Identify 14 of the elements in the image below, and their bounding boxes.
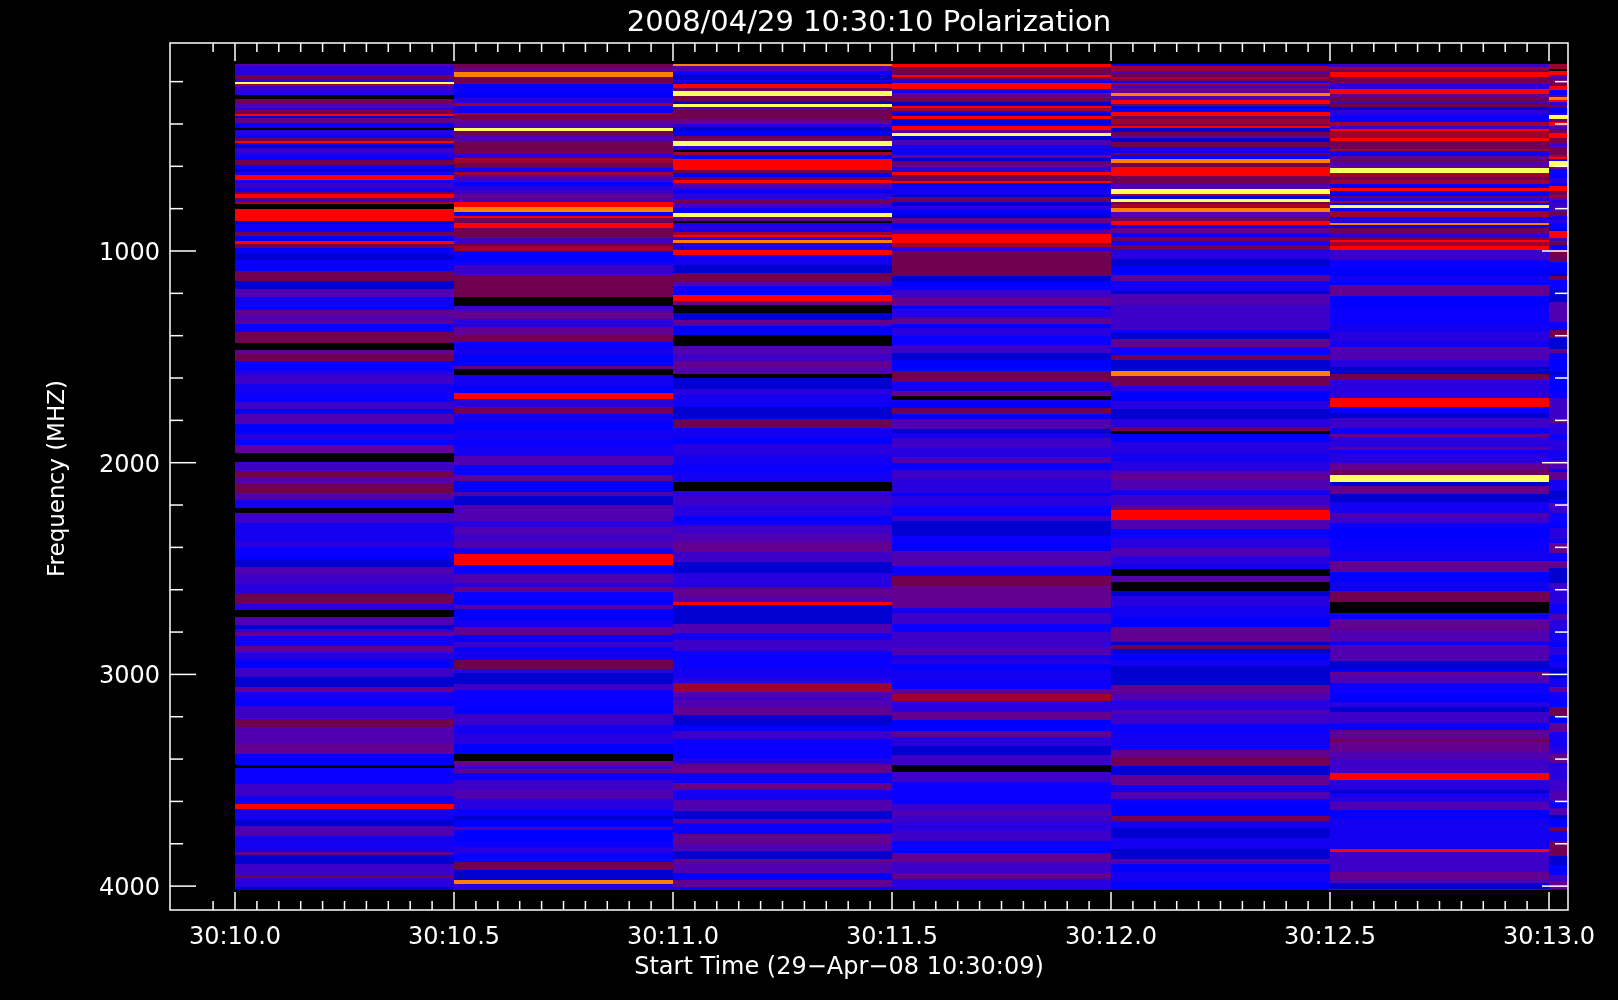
- x-tick-label: 30:13.0: [1502, 922, 1596, 950]
- plot-title: 2008/04/29 10:30:10 Polarization: [626, 4, 1112, 38]
- x-axis-label: Start Time (29−Apr−08 10:30:09): [634, 952, 1044, 980]
- x-tick-label: 30:12.0: [1064, 922, 1158, 950]
- y-tick-label: 4000: [98, 873, 160, 902]
- x-tick-label: 30:10.0: [188, 922, 282, 950]
- y-tick-label: 3000: [98, 661, 160, 690]
- y-axis-label: Frequency (MHZ): [43, 380, 69, 577]
- x-tick-label: 30:11.0: [626, 922, 720, 950]
- x-tick-label: 30:12.5: [1283, 922, 1377, 950]
- x-tick-label: 30:10.5: [407, 922, 501, 950]
- y-tick-label: 2000: [98, 449, 160, 478]
- x-tick-label: 30:11.5: [845, 922, 939, 950]
- y-tick-label: 1000: [98, 238, 160, 266]
